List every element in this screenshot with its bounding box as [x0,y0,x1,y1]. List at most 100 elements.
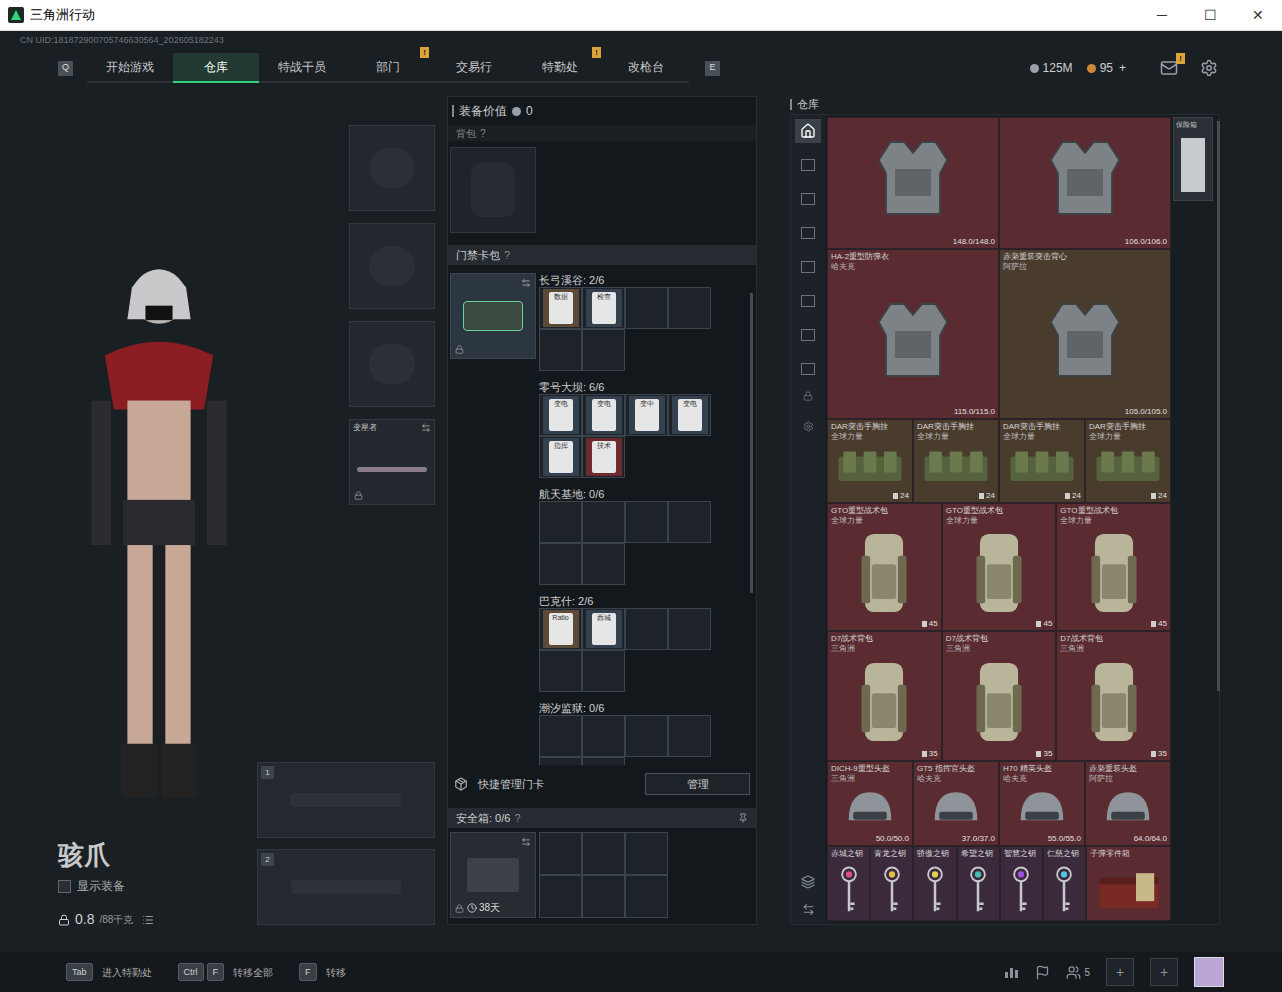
keycard-cell[interactable]: 变电 [539,394,582,436]
warehouse-item[interactable]: 智慧之钥 [1000,846,1043,921]
swap-icon[interactable] [521,278,531,288]
warehouse-item[interactable]: DAR突击手胸挂全球力量24 [1085,419,1171,503]
warehouse-item[interactable]: D7战术背包三角洲35 [942,631,1057,761]
keycard-cell[interactable] [582,757,625,765]
flag-icon[interactable] [1035,965,1050,980]
keycard-cell[interactable]: 检查 [582,287,625,329]
safe-box-cell[interactable] [582,832,625,875]
warehouse-item[interactable]: 青龙之钥 [870,846,913,921]
stats-icon[interactable] [1003,964,1019,980]
warehouse-item[interactable]: GTO重型战术包全球力量45 [1056,503,1171,631]
nav-tab[interactable]: 仓库 [173,53,259,83]
layers-icon[interactable] [801,875,815,889]
window-control[interactable]: ─ [1138,0,1186,30]
safe-box-cell[interactable] [625,875,668,918]
warehouse-tab[interactable] [795,187,821,211]
keycard-cell[interactable]: 变电 [668,394,711,436]
keycard-cell[interactable] [539,757,582,765]
pin-icon[interactable] [738,813,748,823]
keycard-cell[interactable]: 西城 [582,608,625,650]
keycard-cell[interactable] [539,650,582,692]
keycard-cell[interactable]: 变电 [582,394,625,436]
avatar[interactable] [1194,957,1224,987]
scrollbar[interactable] [1217,121,1220,691]
nav-tab[interactable]: 开始游戏 [87,53,173,83]
keycard-cell[interactable] [625,501,668,543]
safe-box-cell[interactable] [582,875,625,918]
keycard-cell[interactable] [668,501,711,543]
keycard-cell[interactable] [668,608,711,650]
keycard-case-slot[interactable] [450,273,536,359]
window-control[interactable]: ☐ [1186,0,1234,30]
swap-icon[interactable] [521,837,531,847]
warehouse-item[interactable]: D7战术背包三角洲35 [1056,631,1171,761]
warehouse-item[interactable]: DICH-9重型头盔三角洲50.0/50.0 [827,761,913,846]
warehouse-item[interactable]: 赤枭重装突击背心阿萨拉105.0/105.0 [999,249,1171,419]
safe-box-cell[interactable] [625,832,668,875]
settings-icon[interactable] [1200,59,1218,77]
keycard-cell[interactable] [625,715,668,757]
keycard-cell[interactable] [668,287,711,329]
melee-slot[interactable]: 变星者 [349,419,435,505]
warehouse-tab[interactable] [795,255,821,279]
manage-button[interactable]: 管理 [645,773,750,795]
keycard-cell[interactable] [539,329,582,371]
add-currency-button[interactable]: + [1119,59,1126,77]
sort-icon[interactable] [802,903,815,916]
add-party-slot[interactable]: + [1150,958,1178,986]
keycard-cell[interactable] [582,501,625,543]
warehouse-item[interactable]: 赤城之钥 [827,846,870,921]
nav-tab[interactable]: 部门! [345,53,431,83]
side-item[interactable]: 保险箱 [1173,117,1213,201]
safe-box-cell[interactable] [539,875,582,918]
warehouse-item[interactable]: GTO重型战术包全球力量45 [942,503,1057,631]
nav-tab[interactable]: 改枪台 [603,53,689,83]
nav-tab[interactable]: 特勤处! [517,53,603,83]
keycard-cell[interactable] [582,650,625,692]
swap-icon[interactable] [421,423,431,433]
add-party-slot[interactable]: + [1106,958,1134,986]
mail-button[interactable]: ! [1160,59,1178,77]
keycard-cell[interactable] [582,715,625,757]
keycard-cell[interactable]: 变中 [625,394,668,436]
keycard-cell[interactable]: Ratio [539,608,582,650]
keycard-cell[interactable] [582,543,625,585]
warehouse-item[interactable]: 子弹零件箱 [1086,846,1171,921]
weapon-slot[interactable]: 1 [257,762,435,838]
warehouse-item[interactable]: 赤枭重装头盔阿萨拉64.0/64.0 [1085,761,1171,846]
pistol-slot[interactable] [349,321,435,407]
backpack-slot[interactable] [450,147,536,233]
settings-icon[interactable] [803,421,814,432]
keycard-cell[interactable] [539,543,582,585]
key-hint[interactable]: Tab进入特勤处 [66,963,152,981]
warehouse-tab[interactable] [795,119,821,143]
warehouse-item[interactable]: DAR突击手胸挂全球力量24 [827,419,913,503]
keycard-cell[interactable]: 指挥 [539,436,582,478]
warehouse-item[interactable]: DAR突击手胸挂全球力量24 [999,419,1085,503]
warehouse-tab[interactable] [795,289,821,313]
warehouse-item[interactable]: GTO重型战术包全球力量45 [827,503,942,631]
keycard-cell[interactable] [539,715,582,757]
keycard-cell[interactable] [539,501,582,543]
scrollbar[interactable] [750,293,753,593]
warehouse-tab[interactable] [795,323,821,347]
weapon-slot[interactable]: 2 [257,849,435,925]
warehouse-item[interactable]: 148.0/148.0 [827,117,999,249]
keycard-cell[interactable]: 技术 [582,436,625,478]
keycard-cell[interactable] [668,715,711,757]
warehouse-item[interactable]: 骄傲之钥 [913,846,956,921]
warehouse-item[interactable]: DAR突击手胸挂全球力量24 [913,419,999,503]
nav-tab[interactable]: 特战干员 [259,53,345,83]
warehouse-item[interactable]: GT5 指挥官头盔哈夫克37.0/37.0 [913,761,999,846]
window-control[interactable]: ✕ [1234,0,1282,30]
nav-tab[interactable]: 交易行 [431,53,517,83]
keycard-cell[interactable] [625,287,668,329]
warehouse-tab[interactable] [795,357,821,381]
safe-box-cell[interactable] [539,832,582,875]
warehouse-tab[interactable] [795,153,821,177]
warehouse-item[interactable]: D7战术背包三角洲35 [827,631,942,761]
warehouse-tab[interactable] [795,221,821,245]
warehouse-item[interactable]: 仁慈之钥 [1043,846,1086,921]
show-equipment-checkbox[interactable]: 显示装备 [58,877,257,895]
keycard-cell[interactable] [582,329,625,371]
